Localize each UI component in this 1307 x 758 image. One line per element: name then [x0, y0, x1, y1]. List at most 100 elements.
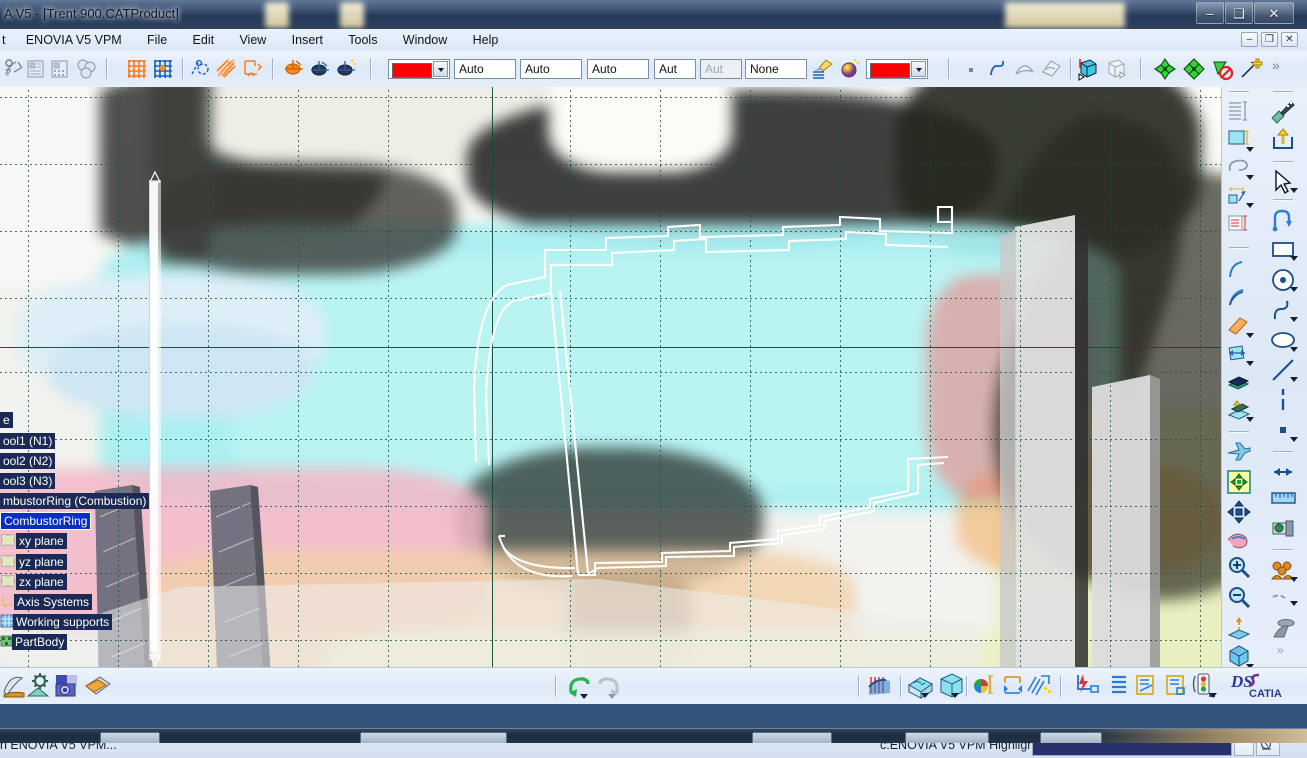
tree-node-yz-plane[interactable]: yz plane: [16, 554, 67, 570]
sketch-profile-overlay[interactable]: [0, 87, 1221, 667]
object-color-combo[interactable]: [866, 59, 928, 79]
tree-node-combustorring-instance[interactable]: mbustorRing (Combustion): [0, 493, 150, 509]
visualize-3d-icon[interactable]: [282, 56, 308, 82]
measure-item-icon[interactable]: [1076, 56, 1102, 82]
object-color-swatch[interactable]: [870, 63, 910, 78]
zoom-in-icon[interactable]: [1226, 555, 1256, 581]
surface-sweep-icon[interactable]: [2, 672, 28, 698]
clip-icon[interactable]: [1226, 155, 1256, 181]
distance-measure-icon[interactable]: [1270, 459, 1300, 485]
ruler-icon[interactable]: [1270, 485, 1300, 511]
window-titlebar[interactable]: A V5 - [Trent 900.CATProduct] – ❑ ✕: [0, 0, 1307, 29]
tree-vertical-scroll-thumb[interactable]: [150, 182, 158, 652]
menu-insert[interactable]: Insert: [281, 29, 334, 51]
paste-special-icon[interactable]: [74, 56, 100, 82]
line-type-combo[interactable]: Auto: [520, 59, 582, 79]
rotate-hand-icon[interactable]: [1226, 527, 1256, 553]
sketch-dimension-icon[interactable]: [240, 56, 266, 82]
fit-all-icon[interactable]: [1226, 469, 1256, 495]
airplane-fly-icon[interactable]: [1226, 439, 1256, 465]
zoom-out-icon[interactable]: [1226, 585, 1256, 611]
rectangle-icon[interactable]: [1270, 237, 1300, 263]
capture-image-icon[interactable]: [54, 672, 80, 698]
mouse-nav-icon[interactable]: [1270, 615, 1300, 641]
curve-dim-icon[interactable]: [1270, 587, 1300, 613]
mdi-minimize-button[interactable]: –: [1241, 32, 1258, 47]
sketch-constraints-icon[interactable]: [214, 56, 240, 82]
toolbar-a-overflow-chevron-icon[interactable]: »: [1233, 643, 1240, 657]
apply-material-icon[interactable]: [970, 671, 996, 697]
line-icon[interactable]: [1270, 357, 1300, 383]
line-color-swatch[interactable]: [392, 63, 432, 78]
iso-view-icon[interactable]: [308, 56, 334, 82]
group-people-icon[interactable]: [1270, 557, 1300, 583]
transform-icon[interactable]: [1226, 341, 1256, 367]
list-icon[interactable]: [1104, 671, 1130, 697]
grid-icon[interactable]: [124, 56, 150, 82]
tree-scroll-up-arrow-icon[interactable]: [148, 170, 162, 184]
render-scene-icon[interactable]: [866, 671, 892, 697]
taskbar-button[interactable]: [360, 732, 507, 743]
menu-file[interactable]: File: [136, 29, 178, 51]
material-ball-icon[interactable]: [838, 56, 864, 82]
gear-settings-icon[interactable]: [26, 672, 52, 698]
relations-icon[interactable]: [1132, 671, 1158, 697]
grid-snap-icon[interactable]: [150, 56, 176, 82]
measure-between-icon[interactable]: [1104, 56, 1130, 82]
window-maximize-button[interactable]: ❑: [1225, 2, 1253, 24]
tree-node-combustorring[interactable]: CombustorRing: [0, 512, 92, 530]
pan-icon[interactable]: [1226, 499, 1256, 525]
specification-tree[interactable]: e ool1 (N1) ool2 (N2) ool3 (N3) mbustorR…: [0, 87, 162, 753]
point-icon[interactable]: [1270, 417, 1300, 443]
taskbar-button[interactable]: [752, 732, 832, 743]
windows-taskbar[interactable]: [0, 728, 1307, 743]
fill-surface-icon[interactable]: [1226, 127, 1256, 153]
tree-scroll-down-arrow-icon[interactable]: [148, 653, 162, 667]
power-input-icon[interactable]: [1072, 671, 1099, 697]
animate-icon[interactable]: [1024, 671, 1051, 697]
annotation-table-icon[interactable]: [1226, 211, 1256, 237]
dimension-icon[interactable]: [1226, 183, 1256, 209]
chevron-down-icon[interactable]: [911, 61, 926, 77]
book-icon[interactable]: [1226, 369, 1256, 395]
export-up-icon[interactable]: [1270, 127, 1300, 153]
shading-view-icon[interactable]: [334, 56, 360, 82]
section-view-icon[interactable]: [1226, 99, 1256, 125]
window-close-button[interactable]: ✕: [1254, 2, 1294, 24]
menu-tools[interactable]: Tools: [337, 29, 388, 51]
tree-node-zx-plane[interactable]: zx plane: [16, 574, 67, 590]
compass-icon[interactable]: [1152, 56, 1178, 82]
menu-view[interactable]: View: [228, 29, 277, 51]
arc2-icon[interactable]: [1226, 285, 1256, 311]
arc-icon[interactable]: [1226, 257, 1256, 283]
circle-icon[interactable]: [1270, 267, 1300, 293]
taskbar-button[interactable]: [905, 732, 989, 743]
eraser-icon[interactable]: [1226, 313, 1256, 339]
spline-icon[interactable]: [1270, 297, 1300, 323]
menu-help[interactable]: Help: [462, 29, 510, 51]
painter-brush-icon[interactable]: [810, 56, 836, 82]
window-minimize-button[interactable]: –: [1196, 2, 1224, 24]
snap-off-icon[interactable]: [1210, 56, 1236, 82]
tree-node-tool3[interactable]: ool3 (N3): [0, 473, 56, 489]
pointer-add-icon[interactable]: [1238, 56, 1264, 82]
relations-alt-icon[interactable]: [1162, 671, 1188, 697]
menu-edit[interactable]: Edit: [182, 29, 226, 51]
axis-line-icon[interactable]: [1270, 387, 1300, 413]
transparency-combo[interactable]: None: [745, 59, 807, 79]
box-open-icon[interactable]: [906, 671, 933, 699]
tree-node-xy-plane[interactable]: xy plane: [16, 533, 67, 549]
camera-icon[interactable]: [1270, 515, 1300, 541]
compass-manipulate-icon[interactable]: [1181, 56, 1207, 82]
copy-icon[interactable]: [48, 56, 74, 82]
cut-icon[interactable]: [24, 56, 50, 82]
flag-note-icon[interactable]: [84, 672, 111, 698]
iso-cube-icon[interactable]: [1226, 643, 1256, 669]
traffic-light-icon[interactable]: [1192, 671, 1218, 698]
elbow-curve-icon[interactable]: [1270, 207, 1300, 233]
chevron-down-icon[interactable]: [433, 61, 448, 77]
normal-view-icon[interactable]: [1226, 615, 1256, 641]
tree-node-tool1[interactable]: ool1 (N1): [0, 433, 56, 449]
spline-icon[interactable]: [986, 56, 1012, 82]
tree-node-working-supports[interactable]: Working supports: [13, 614, 113, 630]
